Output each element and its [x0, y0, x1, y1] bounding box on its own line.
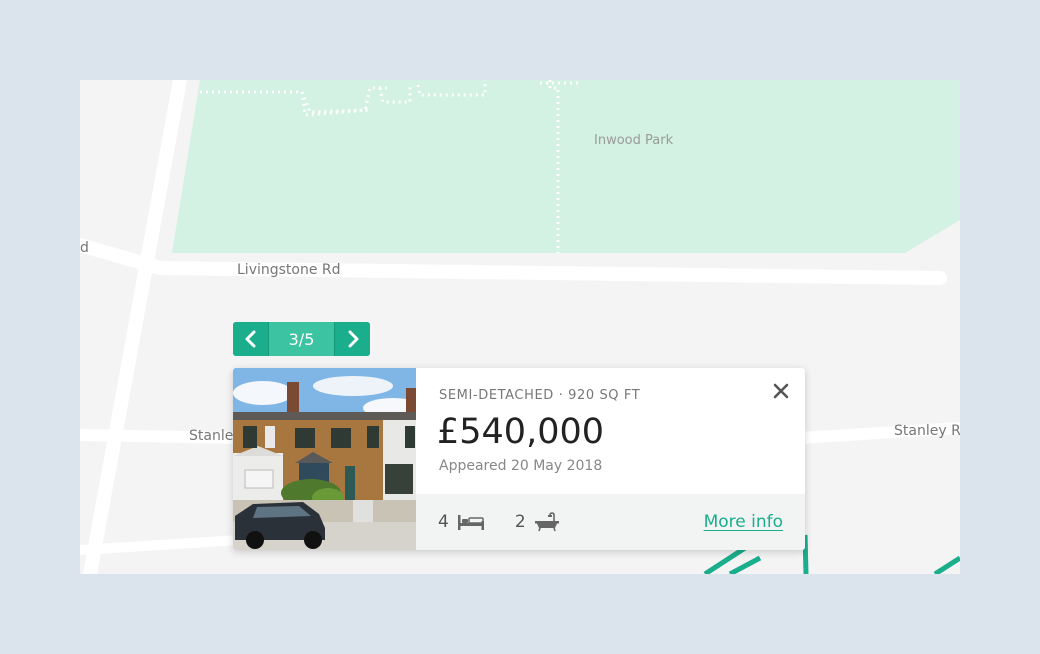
listing-card[interactable]: SEMI-DETACHED · 920 SQ FT £540,000 Appea… [233, 368, 805, 550]
more-info-link[interactable]: More info [704, 512, 783, 532]
next-button[interactable] [335, 322, 370, 356]
listing-details: SEMI-DETACHED · 920 SQ FT £540,000 Appea… [416, 368, 805, 550]
bed-icon [457, 515, 484, 530]
pager-count: 3/5 [268, 322, 335, 356]
property-photo-image [233, 368, 423, 550]
appeared-date: Appeared 20 May 2018 [439, 458, 603, 474]
property-type-size: SEMI-DETACHED · 920 SQ FT [439, 388, 641, 403]
road-label-livingstone: Livingstone Rd [237, 262, 341, 278]
park-area [172, 80, 960, 253]
road-label-stanley-left: Stanle [189, 428, 234, 444]
previous-button[interactable] [233, 322, 268, 356]
property-photo[interactable] [233, 368, 423, 550]
road-label-stanley-right: Stanley R [894, 423, 960, 439]
chevron-left-icon [245, 330, 255, 348]
listing-pager: 3/5 [233, 322, 370, 356]
park-label: Inwood Park [594, 133, 674, 148]
bathtub-icon [534, 512, 559, 532]
listing-footer: 4 2 More info [416, 494, 805, 550]
road-label-edge: d [80, 240, 89, 256]
close-icon [773, 383, 789, 399]
chevron-right-icon [348, 330, 358, 348]
bedrooms-count: 4 [438, 512, 449, 532]
bathrooms-count: 2 [514, 512, 526, 532]
listing-price: £540,000 [437, 412, 605, 452]
bathrooms: 2 [515, 512, 560, 532]
close-button[interactable] [771, 381, 791, 401]
bedrooms: 4 [438, 512, 485, 532]
